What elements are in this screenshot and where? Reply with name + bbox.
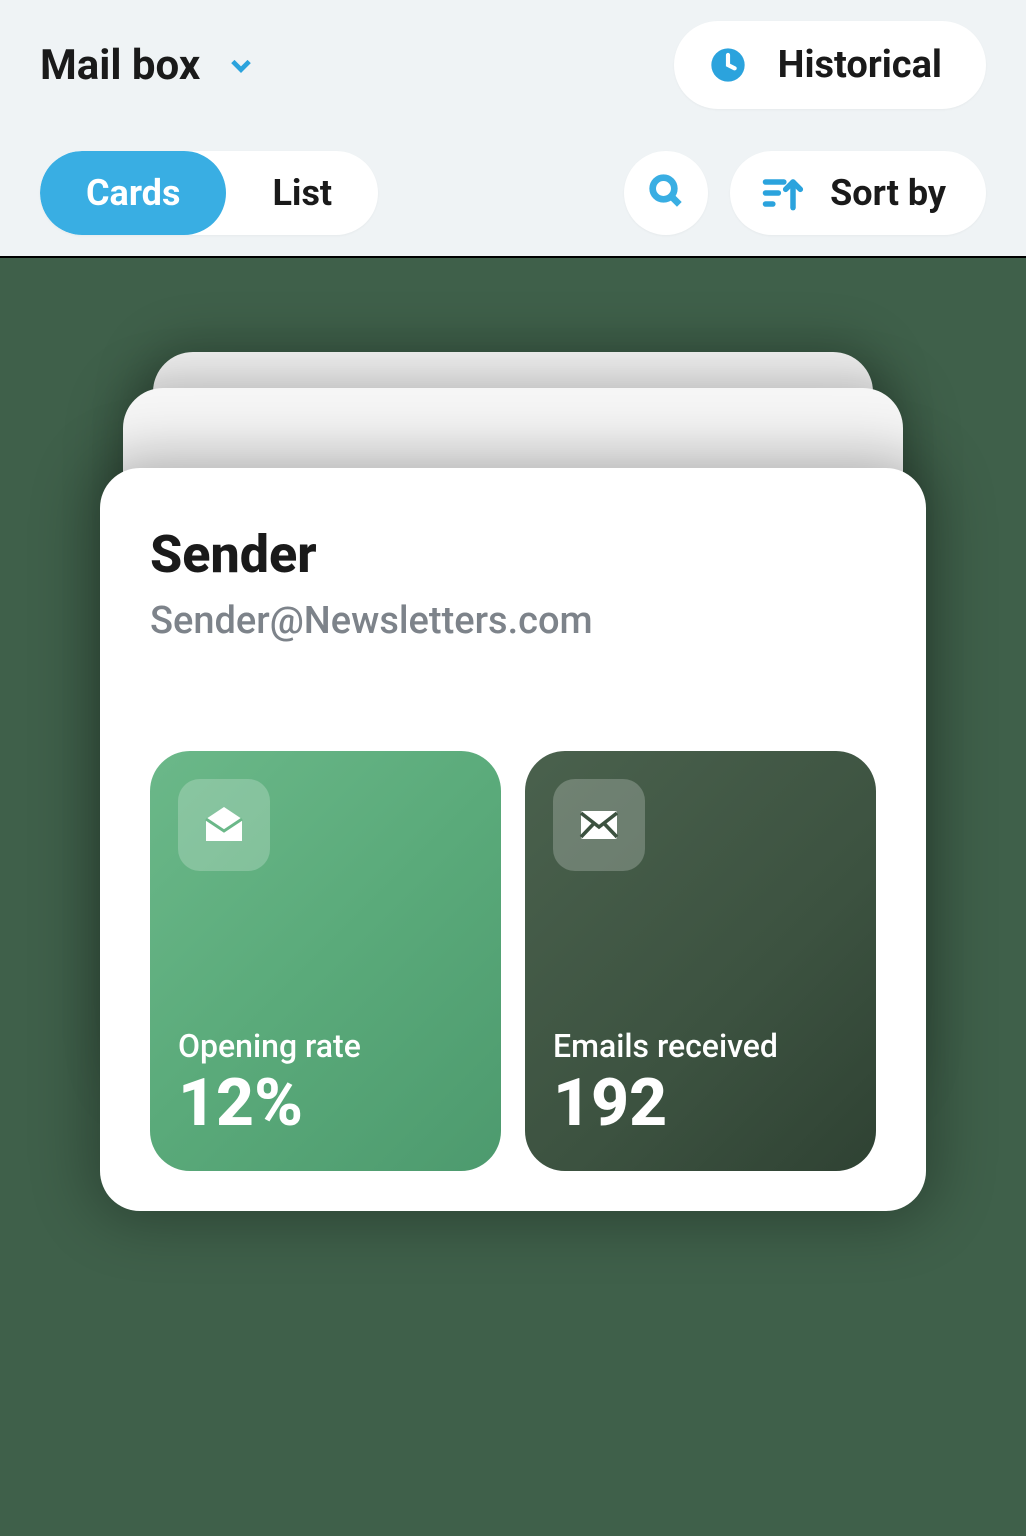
metric-label: Emails received [553, 1027, 848, 1065]
metric-opening-rate-text: Opening rate 12% [178, 1027, 473, 1137]
card-stack: Sender Sender@Newsletters.com Opening ra… [100, 468, 926, 1211]
search-icon [646, 171, 686, 215]
sort-icon [760, 171, 804, 215]
metric-label: Opening rate [178, 1027, 473, 1065]
view-toggle-list-label: List [272, 172, 332, 214]
view-toggle: Cards List [40, 151, 378, 235]
historical-label: Historical [778, 43, 942, 87]
top-bar-row-2-right: Sort by [624, 151, 986, 235]
view-toggle-cards-label: Cards [86, 172, 180, 214]
sort-label: Sort by [830, 172, 946, 214]
top-bar-row-2: Cards List [40, 151, 986, 235]
top-bar: Mail box Historical Cards List [0, 0, 1026, 258]
metric-opening-rate[interactable]: Opening rate 12% [150, 751, 501, 1171]
mailbox-selector[interactable]: Mail box [40, 41, 256, 90]
card-email: Sender@Newsletters.com [150, 599, 876, 643]
mail-icon [553, 779, 645, 871]
open-mail-icon [178, 779, 270, 871]
metrics-row: Opening rate 12% Emails received 192 [150, 751, 876, 1171]
view-toggle-list[interactable]: List [226, 151, 378, 235]
metric-value: 12% [178, 1071, 473, 1137]
sender-card[interactable]: Sender Sender@Newsletters.com Opening ra… [100, 468, 926, 1211]
clock-icon [708, 45, 748, 85]
top-bar-row-1: Mail box Historical [40, 21, 986, 109]
view-toggle-cards[interactable]: Cards [40, 151, 226, 235]
chevron-down-icon [226, 50, 256, 80]
metric-value: 192 [553, 1071, 848, 1137]
historical-button[interactable]: Historical [674, 21, 986, 109]
sort-button[interactable]: Sort by [730, 151, 986, 235]
card-title: Sender [150, 524, 876, 585]
mailbox-label: Mail box [40, 41, 200, 90]
metric-emails-received[interactable]: Emails received 192 [525, 751, 876, 1171]
metric-emails-received-text: Emails received 192 [553, 1027, 848, 1137]
search-button[interactable] [624, 151, 708, 235]
